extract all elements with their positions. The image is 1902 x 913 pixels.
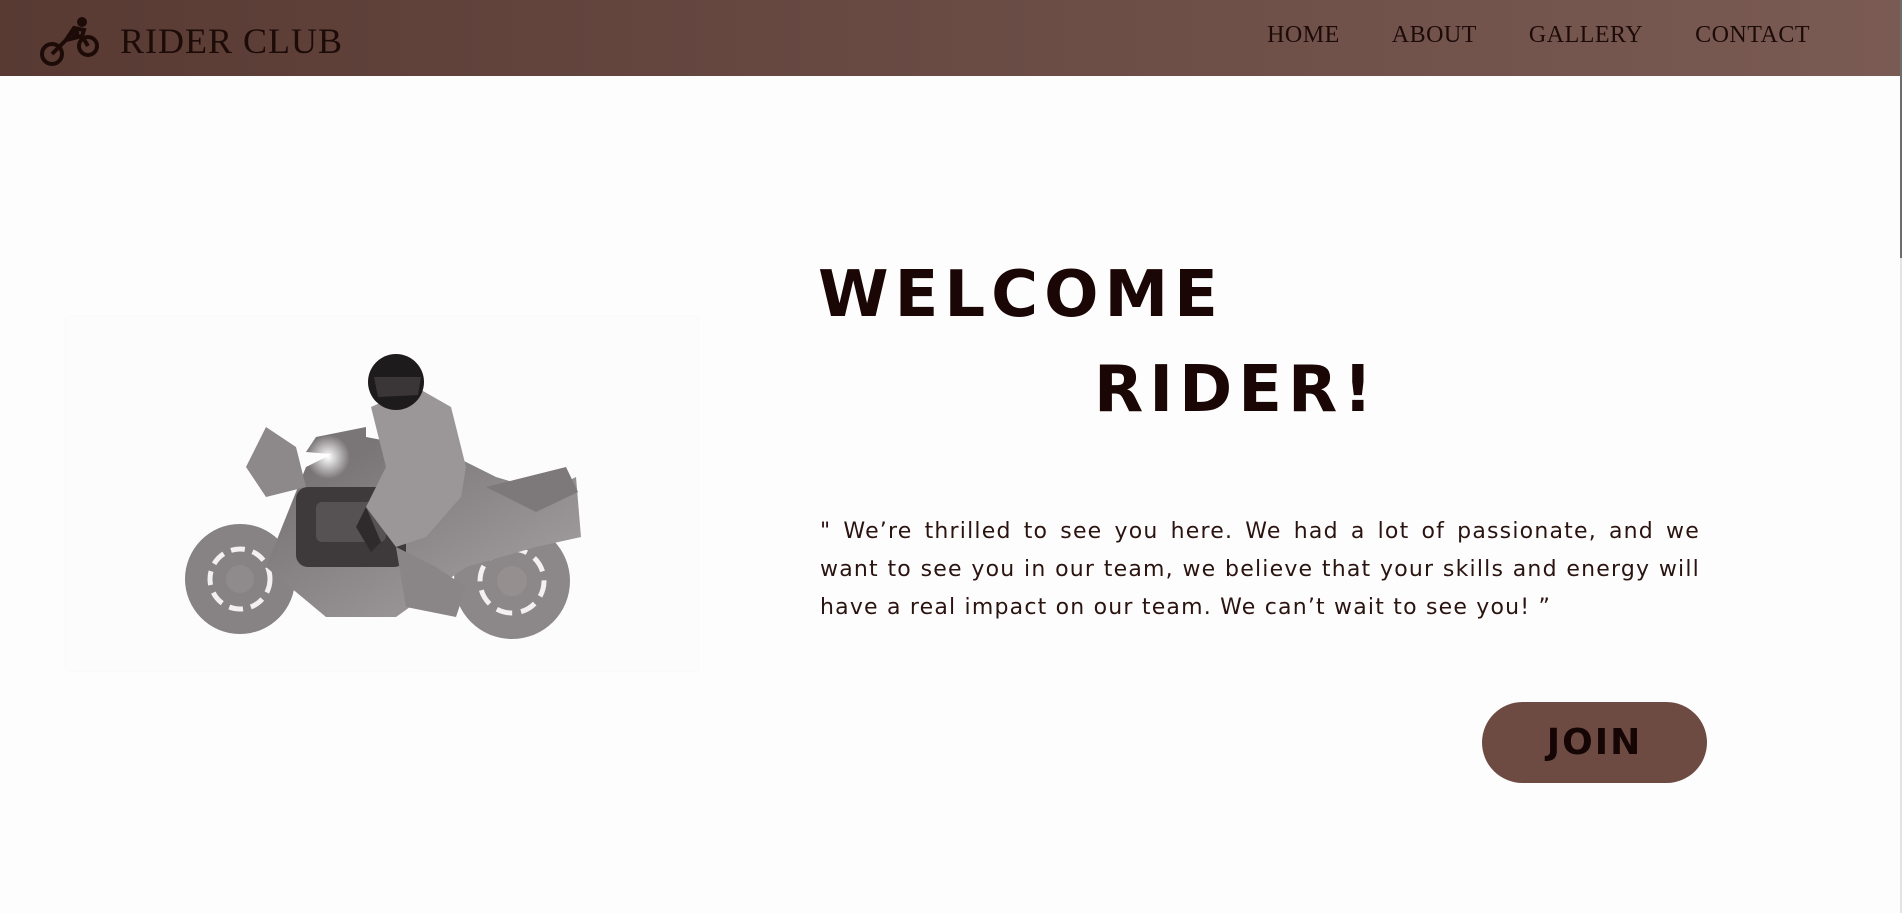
welcome-quote: " We’re thrilled to see you here. We had… [820,519,1700,620]
join-button[interactable]: JOIN [1482,702,1707,783]
brand[interactable]: RIDER CLUB [38,16,343,66]
welcome-title: WELCOME [818,258,1224,332]
nav-home-link[interactable]: HOME [1267,22,1340,49]
navbar: RIDER CLUB HOME ABOUT GALLERY CONTACT [0,0,1900,76]
nav-links: HOME ABOUT GALLERY CONTACT [1215,22,1810,49]
motorcycle-icon [40,17,99,66]
nav-contact-link[interactable]: CONTACT [1695,22,1810,49]
nav-gallery-link[interactable]: GALLERY [1529,22,1643,49]
rider-title: RIDER! [1094,353,1379,427]
brand-name: RIDER CLUB [120,21,344,61]
nav-about-link[interactable]: ABOUT [1392,22,1477,49]
motorcycle-rider-image [66,317,698,671]
